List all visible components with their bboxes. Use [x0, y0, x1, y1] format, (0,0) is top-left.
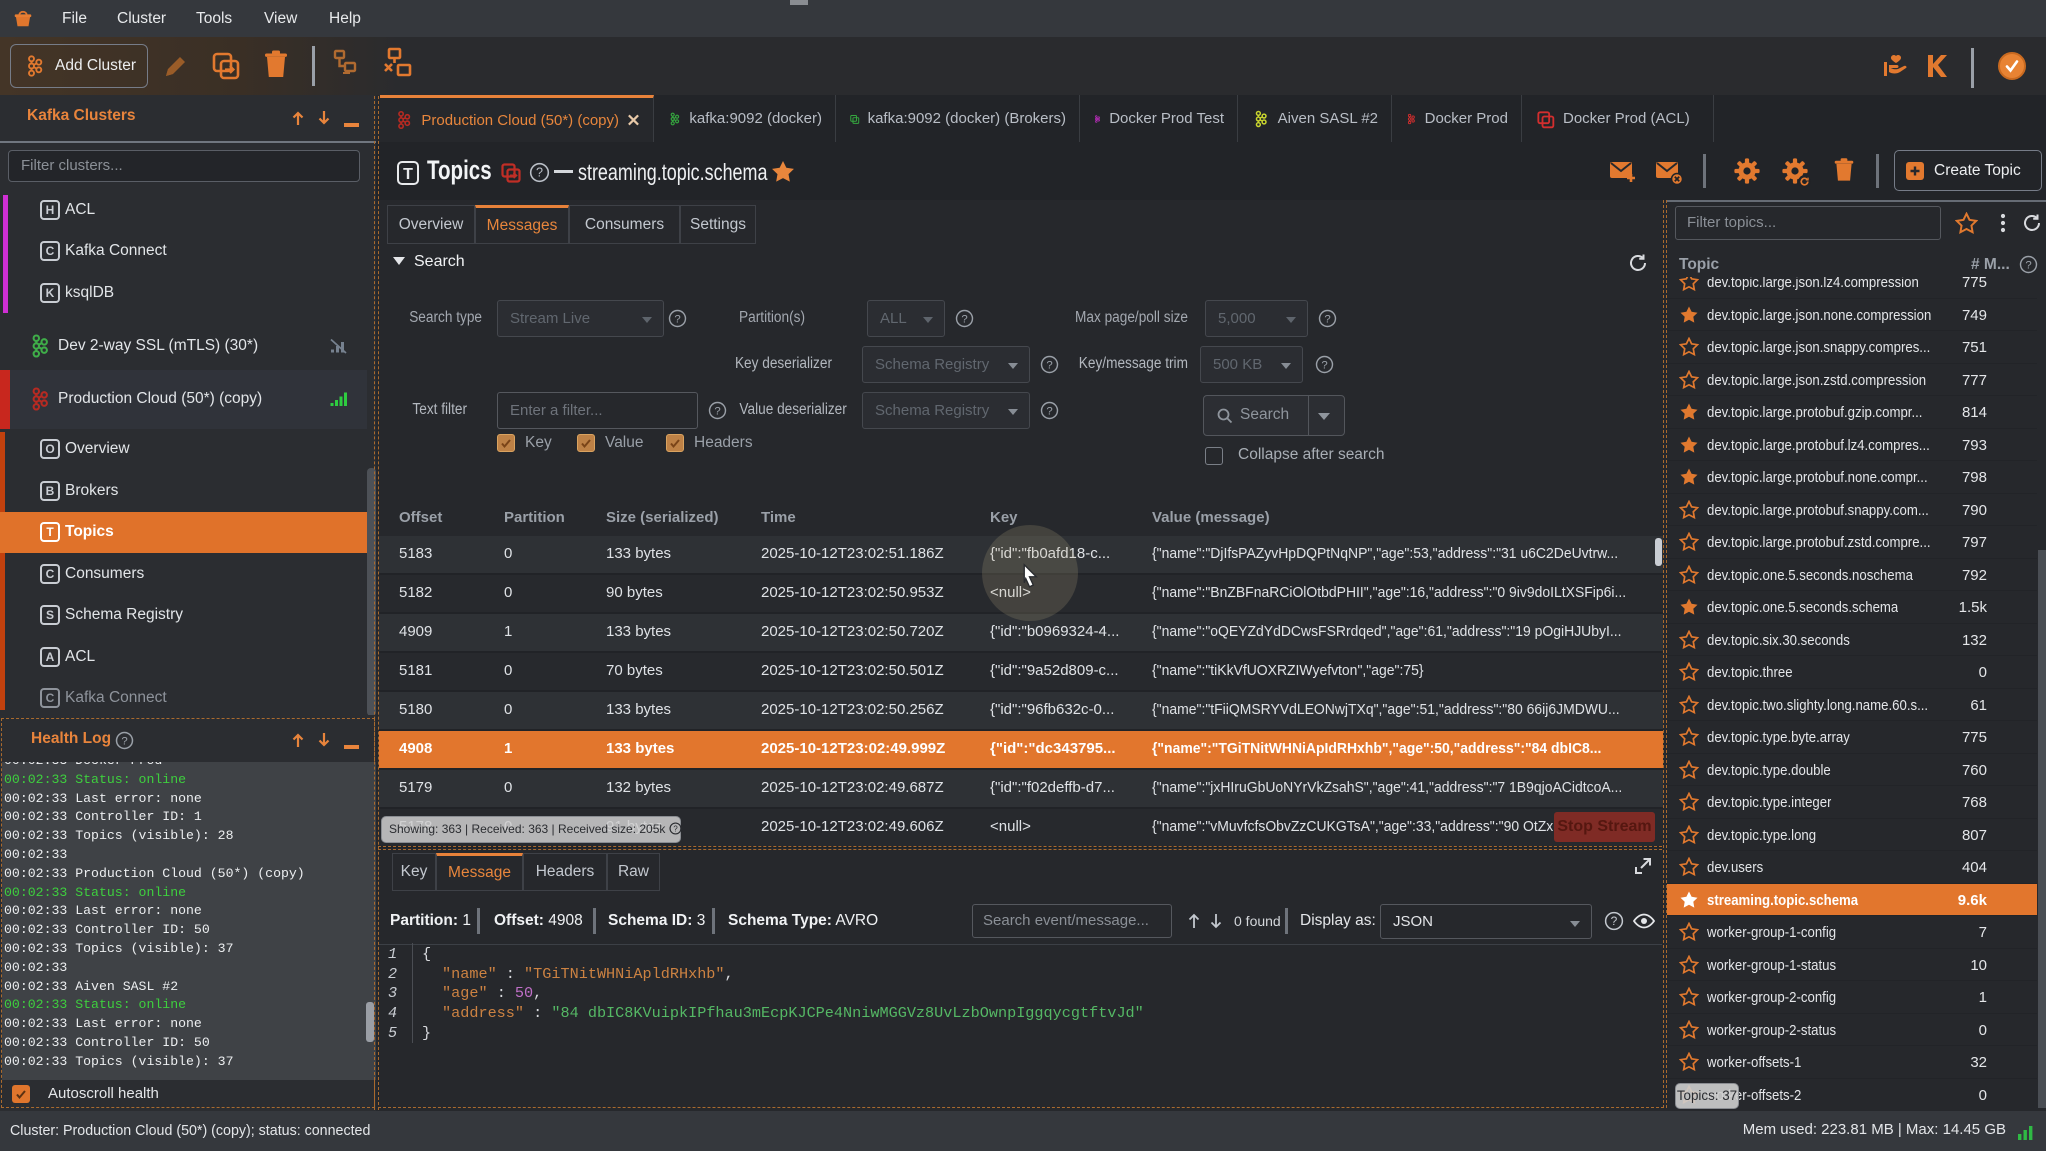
svg-text:?: ?: [2025, 259, 2031, 271]
svg-text:?: ?: [1611, 914, 1618, 928]
svg-text:?: ?: [1324, 313, 1330, 325]
svg-text:?: ?: [714, 405, 720, 417]
svg-text:?: ?: [1046, 359, 1052, 371]
svg-text:?: ?: [674, 313, 680, 325]
svg-text:?: ?: [961, 313, 967, 325]
svg-text:?: ?: [673, 824, 678, 833]
svg-text:?: ?: [121, 735, 127, 747]
svg-text:?: ?: [536, 166, 543, 180]
svg-text:?: ?: [1321, 359, 1327, 371]
svg-text:?: ?: [1046, 405, 1052, 417]
